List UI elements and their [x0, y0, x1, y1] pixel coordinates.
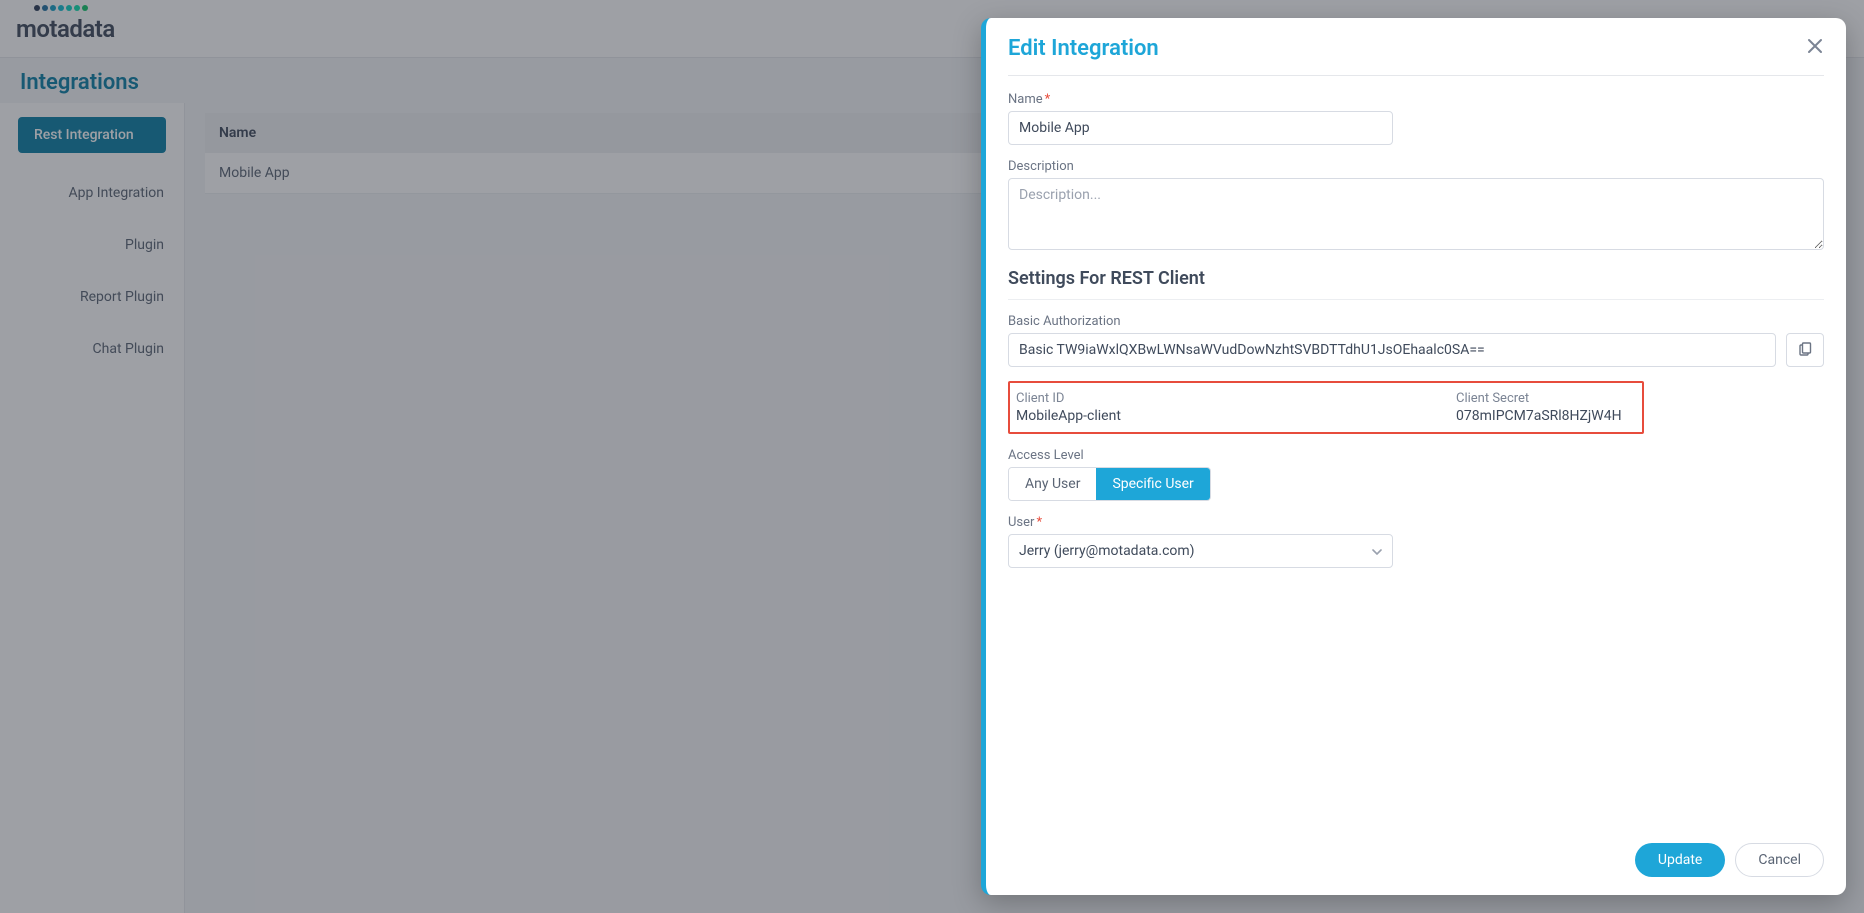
name-label: Name*: [1008, 92, 1824, 107]
chevron-down-icon: [1372, 544, 1382, 558]
edit-integration-panel: Edit Integration Name* Description Setti…: [981, 18, 1846, 895]
access-level-label: Access Level: [1008, 448, 1824, 463]
section-divider: [1008, 299, 1824, 300]
update-button[interactable]: Update: [1635, 843, 1725, 877]
user-select[interactable]: Jerry (jerry@motadata.com): [1008, 534, 1393, 568]
user-select-value: Jerry (jerry@motadata.com): [1019, 543, 1195, 559]
description-label: Description: [1008, 159, 1824, 174]
user-label: User*: [1008, 515, 1824, 530]
name-input[interactable]: [1008, 111, 1393, 145]
client-secret-label: Client Secret: [1456, 391, 1636, 406]
basic-auth-label: Basic Authorization: [1008, 314, 1824, 329]
panel-title: Edit Integration: [1008, 36, 1159, 61]
client-credentials-highlight: Client ID MobileApp-client Client Secret…: [1008, 381, 1644, 434]
rest-client-section-title: Settings For REST Client: [1008, 268, 1824, 289]
required-marker: *: [1036, 515, 1042, 530]
access-level-toggle: Any User Specific User: [1008, 467, 1211, 501]
required-marker: *: [1045, 92, 1051, 107]
close-icon[interactable]: [1806, 36, 1824, 61]
copy-icon: [1797, 342, 1813, 358]
copy-button[interactable]: [1786, 333, 1824, 367]
client-secret-value: 078mIPCM7aSRl8HZjW4H: [1456, 408, 1636, 424]
description-textarea[interactable]: [1008, 178, 1824, 250]
access-opt-specific-user[interactable]: Specific User: [1096, 468, 1209, 500]
cancel-button[interactable]: Cancel: [1735, 843, 1824, 877]
access-opt-any-user[interactable]: Any User: [1009, 468, 1096, 500]
client-id-value: MobileApp-client: [1016, 408, 1416, 424]
basic-auth-input[interactable]: [1008, 333, 1776, 367]
client-id-label: Client ID: [1016, 391, 1416, 406]
